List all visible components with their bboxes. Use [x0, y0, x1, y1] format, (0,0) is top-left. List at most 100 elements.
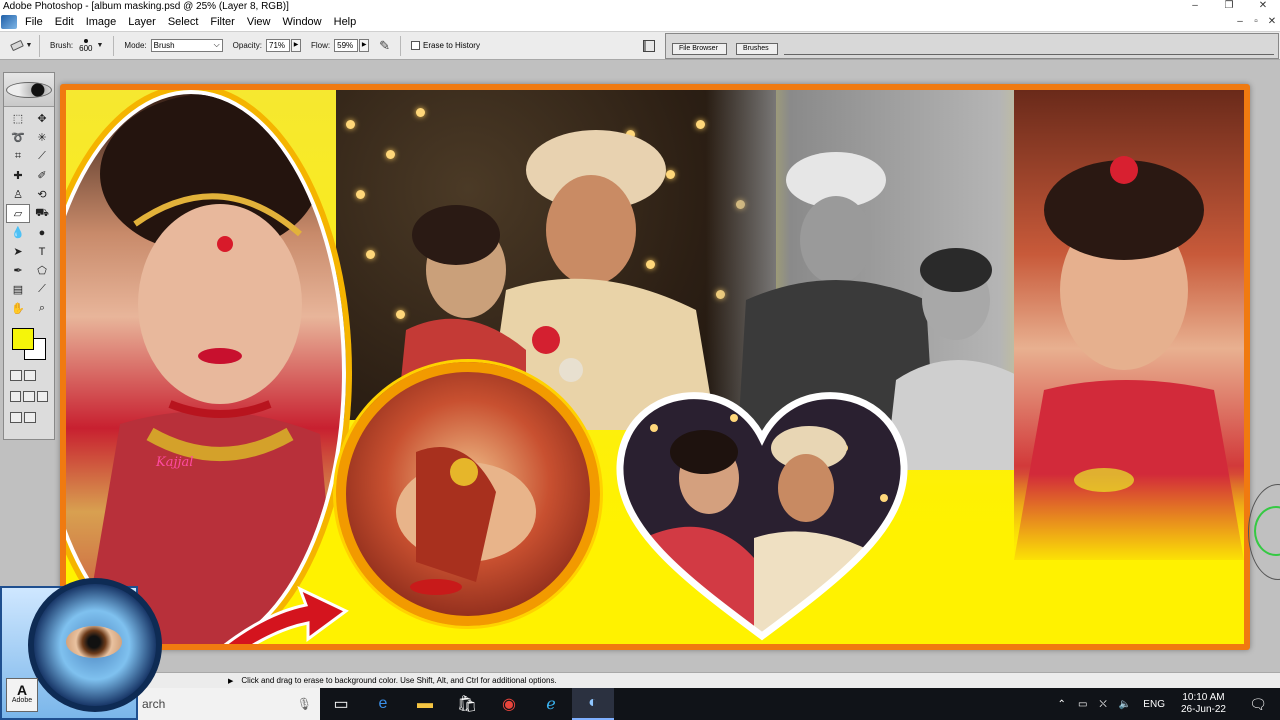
screen-mode-standard-icon[interactable]	[10, 391, 22, 402]
doc-close-button[interactable]: ✕	[1264, 16, 1280, 27]
clock-date: 26-Jun-22	[1180, 704, 1226, 715]
history-brush-tool-icon[interactable]: ⟲	[30, 185, 54, 204]
blur-tool-icon[interactable]: 💧	[6, 223, 30, 242]
screen-mode-full-icon[interactable]	[36, 391, 48, 402]
status-message: Click and drag to erase to background co…	[241, 676, 557, 685]
opacity-slider-button[interactable]: ▶	[291, 39, 301, 52]
eraser-tool-icon[interactable]: ▱	[6, 204, 30, 223]
taskbar-search-input[interactable]: arch 🎙	[130, 688, 320, 720]
minimize-button[interactable]: –	[1178, 0, 1212, 12]
doc-minimize-button[interactable]: –	[1232, 16, 1248, 27]
photoshop-logo-image: A Adobe	[0, 578, 162, 720]
flow-label: Flow:	[311, 41, 331, 50]
notification-icon[interactable]: 🗨	[1242, 696, 1274, 713]
doc-restore-button[interactable]: ▫	[1248, 16, 1264, 27]
eye-logo-icon	[6, 81, 52, 98]
app-icon[interactable]	[1, 14, 17, 29]
screen-mode-full-menu-icon[interactable]	[23, 391, 35, 402]
photoshop-taskbar-icon[interactable]: ◐	[572, 688, 614, 720]
foreground-color-swatch[interactable]	[12, 328, 34, 350]
magic-wand-tool-icon[interactable]: ✳	[30, 128, 54, 147]
slice-tool-icon[interactable]: ⟋	[30, 147, 54, 166]
menu-select[interactable]: Select	[162, 12, 205, 32]
chrome-icon[interactable]: ◉	[488, 688, 530, 720]
tab-file-browser[interactable]: File Browser	[672, 42, 727, 55]
menu-image[interactable]: Image	[80, 12, 123, 32]
brush-picker[interactable]: 600	[79, 38, 93, 53]
language-indicator[interactable]: ENG	[1143, 699, 1165, 710]
brush-dropdown-icon[interactable]: ▼	[96, 42, 103, 49]
clock[interactable]: 10:10 AM 26-Jun-22	[1181, 692, 1226, 716]
chevron-down-icon: ▼	[25, 42, 33, 49]
paint-bucket-tool-icon[interactable]: ⛟	[30, 204, 54, 223]
clock-time: 10:10 AM	[1182, 692, 1225, 703]
eye-icon	[66, 626, 122, 658]
store-icon[interactable]: 🛍	[446, 688, 488, 720]
window-title: Adobe Photoshop - [album masking.psd @ 2…	[3, 0, 289, 12]
dodge-tool-icon[interactable]: ●	[30, 223, 54, 242]
search-placeholder: arch	[142, 697, 166, 711]
menu-edit[interactable]: Edit	[49, 12, 80, 32]
quick-mask-mode-icon[interactable]	[24, 370, 36, 381]
maximize-button[interactable]: ❐	[1212, 0, 1246, 12]
close-button[interactable]: ✕	[1246, 0, 1280, 12]
zoom-tool-icon[interactable]: ⌕	[30, 299, 54, 318]
pen-tool-icon[interactable]: ✒	[6, 261, 30, 280]
options-bar: ▼ Brush: 600 ▼ Mode: Brush Opacity: 71% …	[0, 32, 1280, 60]
battery-icon[interactable]: ▭	[1078, 699, 1087, 710]
opacity-input[interactable]: 71%	[266, 39, 290, 52]
path-selection-tool-icon[interactable]: ➤	[6, 242, 30, 261]
mode-select[interactable]: Brush	[150, 39, 223, 52]
menu-view[interactable]: View	[241, 12, 277, 32]
erase-to-history-checkbox[interactable]	[411, 41, 421, 50]
volume-icon[interactable]: 🔈	[1119, 699, 1131, 710]
airbrush-icon[interactable]: ✎	[379, 38, 390, 54]
type-tool-icon[interactable]: T	[30, 242, 54, 261]
crop-tool-icon[interactable]: ⌗	[6, 147, 30, 166]
show-hidden-icons-icon[interactable]: ⌃	[1058, 699, 1066, 710]
shape-tool-icon[interactable]: ⬠	[30, 261, 54, 280]
eraser-icon	[9, 39, 24, 52]
brush-size: 600	[79, 43, 93, 53]
jump-to-imageready-icon[interactable]	[10, 412, 22, 423]
lasso-tool-icon[interactable]: ➰	[6, 128, 30, 147]
toolbox-header[interactable]	[4, 73, 54, 107]
system-tray: ⌃ ▭ ⛌ 🔈 ENG 10:10 AM 26-Jun-22 🗨	[1052, 692, 1280, 716]
network-icon[interactable]: ⛌	[1099, 699, 1106, 710]
flow-input[interactable]: 59%	[334, 39, 359, 52]
palette-well-line	[784, 53, 1274, 55]
hand-tool-icon[interactable]: ✋	[6, 299, 30, 318]
tool-preset-picker[interactable]: ▼	[4, 34, 40, 57]
palette-well: File Browser Brushes	[665, 32, 1279, 59]
menu-file[interactable]: File	[19, 12, 49, 32]
rings-circle-photo	[336, 362, 600, 626]
menu-help[interactable]: Help	[328, 12, 363, 32]
status-menu-icon[interactable]: ▶	[228, 677, 233, 685]
brush-label: Brush:	[50, 41, 74, 50]
document-canvas[interactable]: Kajjal	[66, 90, 1244, 644]
marquee-tool-icon[interactable]: ⬚	[6, 109, 30, 128]
toolbox: ⬚ ✥ ➰ ✳ ⌗ ⟋ ✚ ✐ ♙ ⟲ ▱ ⛟ 💧 ● ➤ T ✒ ⬠ ▤ ⟋ …	[3, 72, 55, 440]
jump-to-icon[interactable]	[24, 412, 36, 423]
move-tool-icon[interactable]: ✥	[30, 109, 54, 128]
clone-stamp-tool-icon[interactable]: ♙	[6, 185, 30, 204]
notes-tool-icon[interactable]: ▤	[6, 280, 30, 299]
brush-tool-icon[interactable]: ✐	[30, 166, 54, 185]
edge-icon[interactable]: e	[362, 688, 404, 720]
eyedropper-tool-icon[interactable]: ⟋	[30, 280, 54, 299]
file-explorer-icon[interactable]: ▬	[404, 688, 446, 720]
menu-filter[interactable]: Filter	[204, 12, 240, 32]
menu-bar: File Edit Image Layer Select Filter View…	[0, 12, 1280, 32]
watermark-logo: Kajjal	[156, 455, 194, 470]
menu-layer[interactable]: Layer	[122, 12, 162, 32]
microphone-icon[interactable]: 🎙	[297, 697, 312, 711]
flow-slider-button[interactable]: ▶	[359, 39, 370, 52]
menu-window[interactable]: Window	[277, 12, 328, 32]
internet-explorer-icon[interactable]: ℯ	[530, 688, 572, 720]
status-bar: ▶ Click and drag to erase to background …	[0, 672, 1280, 688]
task-view-icon[interactable]: ▭	[320, 688, 362, 720]
tab-brushes[interactable]: Brushes	[736, 42, 778, 55]
palette-toggle-icon[interactable]	[643, 39, 655, 52]
standard-mode-icon[interactable]	[10, 370, 22, 381]
healing-brush-tool-icon[interactable]: ✚	[6, 166, 30, 185]
